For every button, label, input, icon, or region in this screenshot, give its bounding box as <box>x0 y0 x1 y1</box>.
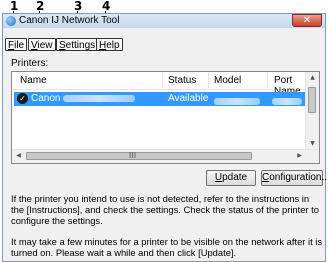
column-name[interactable]: Name <box>20 75 47 86</box>
scroll-up-icon[interactable]: ▲ <box>306 72 319 84</box>
scroll-left-icon[interactable]: ◀ <box>12 150 25 162</box>
update-button[interactable]: Update <box>206 170 256 186</box>
printer-status: Available <box>168 93 209 104</box>
printers-label: Printers: <box>11 58 49 69</box>
column-divider[interactable] <box>162 73 163 88</box>
printer-list[interactable]: Name Status Model Port Name ✓ Canon Avai… <box>11 71 320 164</box>
callout-4: 4 <box>102 0 111 13</box>
instructions-message: If the printer you intend to use is not … <box>11 193 319 226</box>
printer-model <box>214 96 260 107</box>
update-label: pdate <box>222 172 248 183</box>
scroll-right-icon[interactable]: ▶ <box>293 150 306 162</box>
horizontal-scrollbar[interactable]: ◀ III ▶ <box>12 149 319 163</box>
grip-icon: III <box>129 151 137 160</box>
menu-view-label: iew <box>37 40 53 51</box>
menu-file-label: ile <box>14 40 25 51</box>
menu-help-label: elp <box>106 40 120 51</box>
window-title: Canon IJ Network Tool <box>19 15 120 26</box>
printer-name-prefix: Canon <box>31 93 61 104</box>
printer-row-selected[interactable]: ✓ Canon Available <box>14 92 306 106</box>
printer-port <box>272 96 302 107</box>
menu-help[interactable]: Help <box>96 38 123 51</box>
callout-3: 3 <box>74 0 83 13</box>
column-divider[interactable] <box>267 73 268 88</box>
column-divider[interactable] <box>208 73 209 88</box>
redacted-printer-name <box>63 94 136 102</box>
horizontal-scroll-thumb[interactable]: III <box>26 151 252 160</box>
menu-settings-label: ettings <box>65 40 96 51</box>
menu-settings[interactable]: Settings <box>56 38 99 51</box>
update-mnemonic: U <box>214 172 223 183</box>
list-header: Name Status Model Port Name <box>12 72 319 97</box>
callout-2: 2 <box>36 0 45 13</box>
column-status[interactable]: Status <box>168 75 196 86</box>
menu-file[interactable]: File <box>5 38 28 51</box>
wait-message: It may take a few minutes for a printer … <box>11 236 323 258</box>
column-model[interactable]: Model <box>214 75 241 86</box>
close-button[interactable]: ✕ <box>292 14 322 27</box>
vertical-scroll-thumb[interactable] <box>308 87 316 113</box>
menu-bar: File View Settings Help <box>3 38 325 52</box>
printer-name: Canon <box>31 93 136 104</box>
redacted-port <box>272 97 302 105</box>
network-tool-window: Canon IJ Network Tool ✕ File View Settin… <box>2 13 328 262</box>
configuration-label: onfiguration... <box>269 172 328 183</box>
redacted-model <box>214 97 260 105</box>
menu-settings-mnemonic: S <box>59 40 66 51</box>
check-icon: ✓ <box>17 93 28 104</box>
vertical-scrollbar[interactable]: ▲ ▼ <box>305 72 319 150</box>
callout-1: 1 <box>10 0 19 13</box>
app-icon <box>6 16 16 26</box>
title-bar[interactable]: Canon IJ Network Tool ✕ <box>3 14 325 28</box>
menu-view[interactable]: View <box>28 38 56 51</box>
configuration-button[interactable]: Configuration... <box>261 170 328 186</box>
